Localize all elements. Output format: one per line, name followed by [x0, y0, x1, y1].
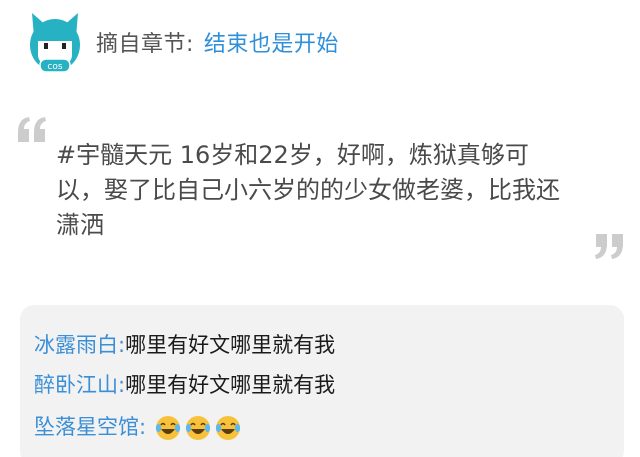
- comment-text: 哪里有好文哪里就有我: [125, 333, 336, 357]
- comment-username[interactable]: 醉卧江山:: [34, 373, 125, 397]
- avatar-badge-text: cos: [47, 62, 62, 72]
- comment-item: 坠落星空馆:: [34, 413, 241, 441]
- emoji-row: [155, 415, 241, 441]
- chapter-header: cos 摘自章节: 结束也是开始: [26, 6, 339, 78]
- comment-item: 醉卧江山:哪里有好文哪里就有我: [34, 371, 335, 399]
- comments-panel: 冰露雨白:哪里有好文哪里就有我 醉卧江山:哪里有好文哪里就有我 坠落星空馆:: [20, 305, 624, 457]
- comment-username[interactable]: 冰露雨白:: [34, 333, 125, 357]
- avatar[interactable]: cos: [26, 9, 84, 75]
- laughing-crying-emoji-icon: [155, 416, 180, 440]
- comment-item: 冰露雨白:哪里有好文哪里就有我: [34, 331, 335, 359]
- comment-text: 哪里有好文哪里就有我: [125, 373, 336, 397]
- close-quote-icon: [595, 234, 623, 259]
- laughing-crying-emoji-icon: [215, 416, 240, 440]
- comment-username[interactable]: 坠落星空馆:: [34, 415, 146, 439]
- chapter-label: 摘自章节:: [96, 32, 194, 57]
- quote-text: #宇髓天元 16岁和22岁，好啊，炼狱真够可以，娶了比自己小六岁的的少女做老婆，…: [56, 141, 560, 239]
- chapter-link[interactable]: 结束也是开始: [204, 26, 339, 58]
- open-quote-icon: [18, 117, 46, 142]
- laughing-crying-emoji-icon: [185, 416, 210, 440]
- page: cos 摘自章节: 结束也是开始 #宇髓天元 16岁和22岁，好啊，炼狱真够可以…: [0, 0, 640, 457]
- cat-avatar-icon: cos: [30, 13, 80, 73]
